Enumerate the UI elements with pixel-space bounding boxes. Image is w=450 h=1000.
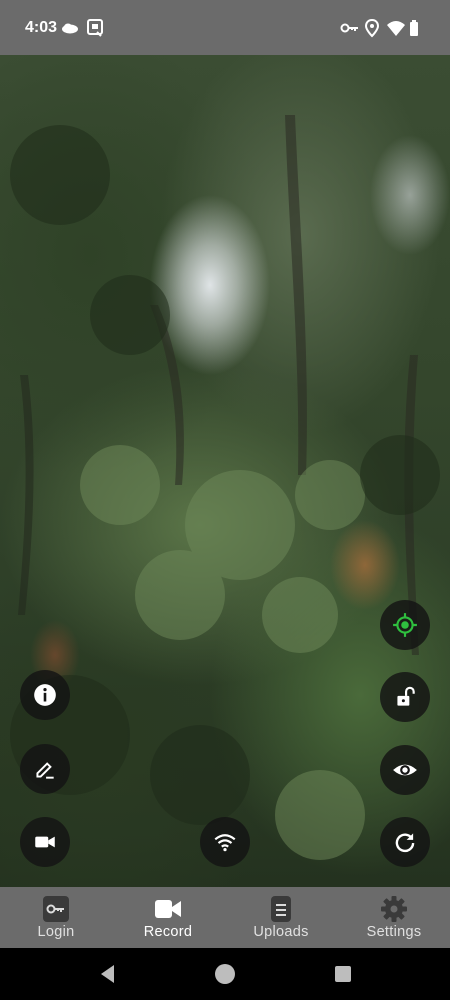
gear-icon xyxy=(381,896,407,922)
nav-label-record: Record xyxy=(143,924,193,940)
edit-icon xyxy=(36,762,54,779)
refresh-icon xyxy=(395,833,415,853)
gps-button[interactable] xyxy=(380,600,430,650)
info-button[interactable] xyxy=(20,670,70,720)
key-icon xyxy=(43,896,69,922)
gps-target-icon xyxy=(393,613,417,637)
status-time: 4:03 xyxy=(25,19,58,36)
back-icon[interactable] xyxy=(96,962,120,986)
wifi-button[interactable] xyxy=(200,817,250,867)
cloud-icon xyxy=(62,23,78,34)
nav-item-settings[interactable]: Settings xyxy=(338,887,450,948)
document-icon xyxy=(271,896,291,922)
eye-icon xyxy=(393,764,417,776)
nav-item-record[interactable]: Record xyxy=(112,887,224,948)
nav-item-login[interactable]: Login xyxy=(0,887,112,948)
location-icon xyxy=(364,18,380,38)
system-navigation-bar xyxy=(0,948,450,1000)
video-record-button[interactable] xyxy=(20,817,70,867)
info-icon xyxy=(34,684,56,706)
recents-icon[interactable] xyxy=(331,962,355,986)
unlock-icon xyxy=(397,686,415,706)
nav-label-settings: Settings xyxy=(366,924,422,940)
bottom-navigation: Login Record Uploads Settings xyxy=(0,887,450,948)
video-camera-icon xyxy=(155,900,181,918)
video-camera-icon xyxy=(35,836,55,848)
nav-item-uploads[interactable]: Uploads xyxy=(225,887,337,948)
visibility-button[interactable] xyxy=(380,745,430,795)
camera-preview[interactable] xyxy=(0,55,450,887)
battery-icon xyxy=(410,20,418,36)
home-icon[interactable] xyxy=(213,962,237,986)
lock-button[interactable] xyxy=(380,672,430,722)
refresh-button[interactable] xyxy=(380,817,430,867)
vpn-key-icon xyxy=(340,23,358,33)
status-bar: 4:03 xyxy=(0,0,450,55)
edit-button[interactable] xyxy=(20,744,70,794)
screenshot-icon xyxy=(87,19,103,37)
nav-label-uploads: Uploads xyxy=(253,924,309,940)
wifi-icon xyxy=(387,21,405,36)
wifi-icon xyxy=(214,834,236,852)
nav-label-login: Login xyxy=(37,924,75,940)
